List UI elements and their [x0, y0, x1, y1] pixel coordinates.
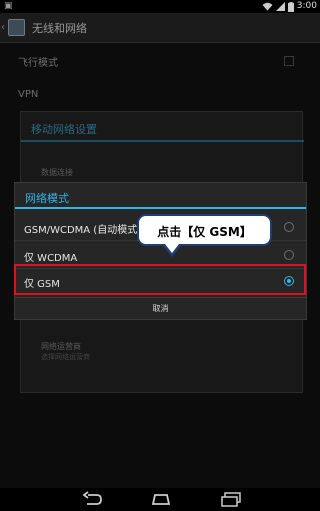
- home-nav-icon[interactable]: [150, 491, 172, 508]
- mobile-network-dialog-title: 移动网络设置: [31, 123, 97, 136]
- radio-button[interactable]: [284, 222, 294, 232]
- cancel-button[interactable]: 取消: [15, 297, 306, 319]
- network-mode-dialog-title: 网络模式: [25, 192, 69, 205]
- data-connection-label[interactable]: 数据连接: [41, 167, 73, 178]
- notification-area: ▣: [4, 1, 13, 11]
- dialog-divider: [21, 140, 304, 142]
- navigation-bar: [0, 488, 320, 511]
- radio-button[interactable]: [284, 250, 294, 260]
- callout-tail-fill: [165, 244, 179, 253]
- highlight-box: [14, 264, 306, 295]
- action-bar: ‹ 无线和网络: [0, 13, 320, 43]
- airplane-mode-label[interactable]: 飞行模式: [18, 54, 58, 69]
- status-icons: 3:00: [262, 1, 317, 12]
- callout-text: 点击【仅 GSM】: [157, 225, 252, 239]
- option-label: 仅 WCDMA: [24, 253, 78, 264]
- network-mode-dialog: 网络模式 GSM/WCDMA (自动模式) 仅 WCDMA 仅 GSM 取消: [14, 182, 307, 320]
- settings-app-icon[interactable]: [8, 19, 25, 36]
- vpn-label[interactable]: VPN: [18, 89, 38, 100]
- airplane-mode-checkbox[interactable]: [284, 56, 294, 66]
- dialog-title-divider: [15, 207, 306, 209]
- option-label: GSM/WCDMA (自动模式): [24, 225, 142, 236]
- page-title: 无线和网络: [32, 22, 87, 35]
- recents-nav-icon[interactable]: [220, 491, 242, 508]
- battery-icon: [287, 1, 294, 12]
- instruction-callout: 点击【仅 GSM】: [137, 214, 272, 257]
- network-operator-summary: 选择网络运营商: [41, 353, 90, 361]
- signal-icon: [275, 2, 285, 11]
- back-nav-icon[interactable]: [82, 491, 104, 508]
- network-operator-label[interactable]: 网络运营商: [41, 341, 81, 352]
- clock: 3:00: [296, 1, 317, 11]
- status-bar: ▣ 3:00: [0, 0, 320, 13]
- wifi-icon: [262, 2, 273, 11]
